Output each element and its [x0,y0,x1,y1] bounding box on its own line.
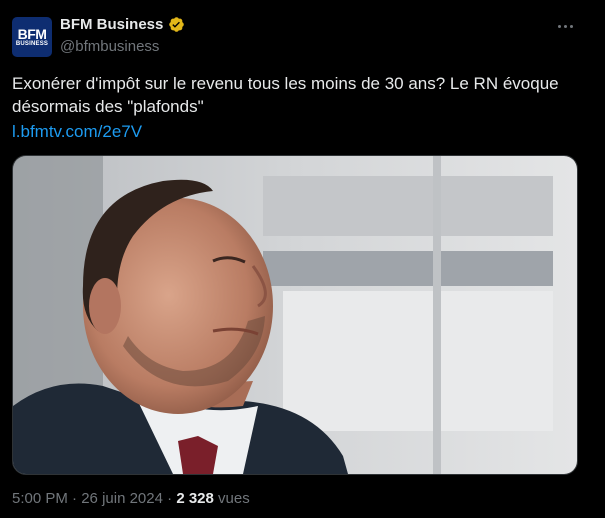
news-photo [13,156,577,474]
tweet-image[interactable] [12,155,578,475]
meta-separator: · [72,490,78,507]
meta-separator-2: · [167,490,173,507]
tweet-time[interactable]: 5:00 PM [12,490,68,507]
avatar-logo-subtext: BUSINESS [15,40,49,47]
tweet-text: Exonérer d'impôt sur le revenu tous les … [12,74,559,116]
more-options-icon[interactable] [553,16,577,36]
tweet-link[interactable]: l.bfmtv.com/2e7V [12,120,142,143]
verified-badge-icon [169,17,185,32]
author-display-name[interactable]: BFM Business [60,16,163,33]
author-name-row: BFM Business [60,16,185,33]
views-label: vues [218,490,250,507]
tweet: BFM BUSINESS BFM Business @bfmbusiness E… [0,0,605,518]
tweet-meta: 5:00 PM · 26 juin 2024 · 2 328 vues [12,490,250,507]
avatar-logo-text: BFM [17,25,47,42]
views-count: 2 328 [176,490,214,507]
author-handle[interactable]: @bfmbusiness [60,38,159,55]
avatar[interactable]: BFM BUSINESS [12,17,52,57]
tweet-date[interactable]: 26 juin 2024 [81,490,163,507]
